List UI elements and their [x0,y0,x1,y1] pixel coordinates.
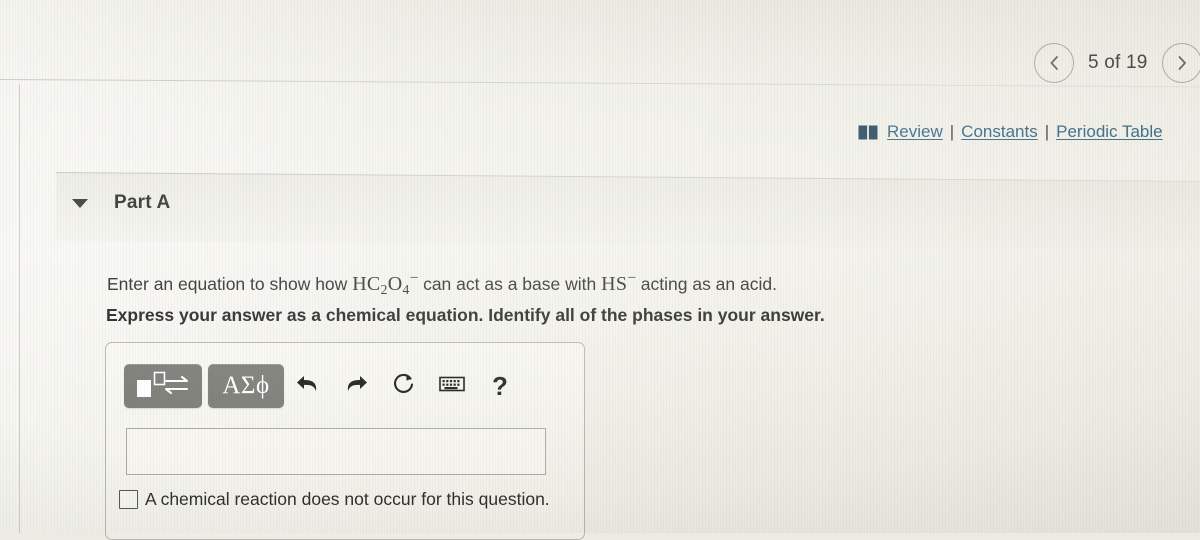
caret-down-icon[interactable] [72,198,88,208]
header-divider [0,79,1200,88]
greek-symbols-button[interactable]: ΑΣϕ [208,364,284,408]
redo-button[interactable] [332,364,380,408]
link-separator-1: | [949,122,955,141]
part-title: Part A [114,192,171,213]
no-reaction-row[interactable]: A chemical reaction does not occur for t… [119,489,550,510]
formula-hydrogen-oxalate: HC2O4– [352,269,418,297]
pager: 5 of 19 [1034,43,1200,83]
prompt-suffix: acting as an acid. [640,273,777,294]
resource-links: Review | Constants | Periodic Table [858,122,1163,142]
no-reaction-label: A chemical reaction does not occur for t… [145,489,550,509]
left-edge-border [19,84,20,533]
undo-icon [295,372,321,401]
redo-icon [343,372,369,401]
help-button[interactable]: ? [476,364,524,408]
part-header-band [55,173,1200,250]
periodic-table-link[interactable]: Periodic Table [1056,122,1162,142]
keyboard-icon [439,375,465,398]
prompt-prefix: Enter an equation to show how [107,273,348,294]
keyboard-button[interactable] [428,364,476,408]
link-separator-2: | [1044,122,1050,141]
previous-question-button[interactable] [1034,43,1074,83]
no-reaction-checkbox[interactable] [119,490,138,509]
pager-label: 5 of 19 [1088,52,1148,73]
undo-button[interactable] [284,364,332,408]
chevron-left-icon [1047,54,1061,72]
chevron-right-icon [1175,54,1189,72]
template-equilibrium-button[interactable] [124,364,202,408]
screen-content: 5 of 19 Review | Constants | Periodic Ta… [0,0,1200,540]
next-question-button[interactable] [1161,43,1200,83]
question-instruction: Express your answer as a chemical equati… [106,305,825,325]
reset-icon [391,371,417,402]
review-link[interactable]: Review [887,122,943,142]
answer-input[interactable] [126,428,546,475]
part-header[interactable]: Part A [72,192,170,214]
book-icon [858,125,878,140]
prompt-middle: can act as a base with [423,273,597,294]
reset-button[interactable] [380,364,428,408]
constants-link[interactable]: Constants [961,122,1038,142]
answer-panel: ΑΣϕ ? A chemical reaction does not occur… [105,342,585,540]
formula-bisulfide: HS– [601,269,636,295]
answer-toolbar: ΑΣϕ ? [124,361,566,411]
question-prompt: Enter an equation to show how HC2O4– can… [107,269,777,298]
template-equilibrium-icon [135,369,191,404]
